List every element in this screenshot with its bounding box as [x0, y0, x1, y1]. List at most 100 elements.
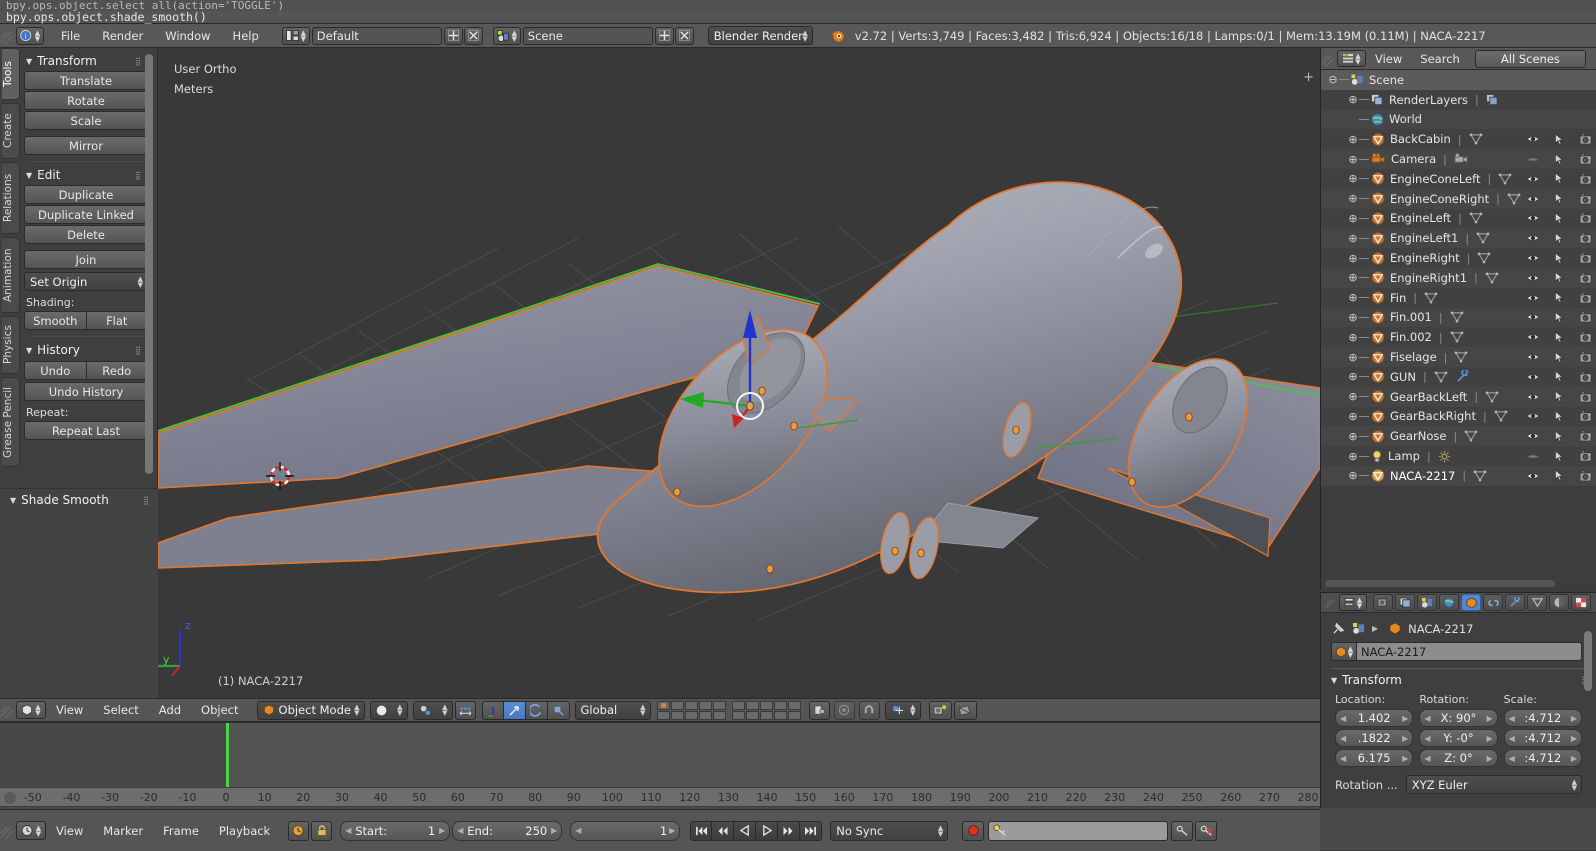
restrict-select-toggle[interactable]: [1554, 429, 1565, 443]
expand-toggle[interactable]: ⊕: [1347, 331, 1359, 344]
outliner-row-scene[interactable]: ⊖ Scene: [1321, 70, 1596, 90]
location-y-field[interactable]: ◀ .1822 ▶: [1335, 729, 1414, 747]
mesh-data-icon[interactable]: [1485, 272, 1499, 284]
renderlayers-data-icon[interactable]: [1485, 93, 1499, 106]
outliner-menu-search[interactable]: Search: [1411, 48, 1469, 70]
manipulator-scale-button[interactable]: [547, 700, 570, 720]
screen-layout-name[interactable]: Default: [311, 26, 442, 45]
transform-orientation-select[interactable]: Global ▲ ▼: [574, 700, 651, 720]
properties-tab-object[interactable]: [1461, 594, 1481, 611]
repeat-last-button[interactable]: Repeat Last: [24, 421, 148, 440]
mirror-button[interactable]: Mirror: [24, 136, 148, 155]
use-preview-range-button[interactable]: [288, 820, 310, 841]
panel-header-shade-smooth[interactable]: ▼ Shade Smooth ⣿: [0, 489, 158, 509]
location-z-field[interactable]: ◀ 6.175 ▶: [1335, 749, 1414, 767]
outliner-row-fin[interactable]: ⊕ Fin |: [1321, 287, 1596, 308]
scene-icon[interactable]: [1352, 622, 1366, 635]
restrict-view-toggle[interactable]: [1526, 174, 1540, 184]
restrict-render-toggle[interactable]: [1579, 252, 1593, 264]
viewport-shading-select[interactable]: ▲ ▼: [369, 700, 408, 720]
outliner-row-engineconeleft[interactable]: ⊕ EngineConeLeft |: [1321, 168, 1596, 189]
restrict-render-toggle[interactable]: [1579, 351, 1593, 363]
restrict-view-toggle[interactable]: [1526, 253, 1540, 263]
outliner-row-gun[interactable]: ⊕ GUN |: [1321, 366, 1596, 387]
mesh-data-icon[interactable]: [1498, 173, 1512, 185]
mesh-data-icon[interactable]: [1464, 430, 1478, 442]
restrict-render-toggle[interactable]: [1579, 391, 1593, 403]
mesh-data-icon[interactable]: [1507, 193, 1521, 205]
expand-toggle[interactable]: ⊕: [1347, 93, 1359, 106]
expand-toggle[interactable]: ⊕: [1347, 450, 1359, 463]
tab-animation[interactable]: Animation: [2, 237, 20, 313]
restrict-select-toggle[interactable]: [1554, 390, 1565, 403]
outliner-row-engineright[interactable]: ⊕ EngineRight |: [1321, 248, 1596, 268]
restrict-view-toggle[interactable]: [1526, 134, 1540, 144]
tab-tools[interactable]: Tools: [2, 48, 20, 100]
expand-toggle[interactable]: ⊕: [1347, 232, 1359, 245]
menu-render[interactable]: Render: [91, 24, 154, 48]
restrict-view-toggle[interactable]: [1526, 332, 1540, 342]
restrict-select-toggle[interactable]: [1554, 370, 1565, 383]
viewport-menu-add[interactable]: Add: [149, 698, 191, 722]
restrict-render-toggle[interactable]: [1579, 193, 1593, 205]
delete-keyframe-button[interactable]: [1195, 820, 1218, 841]
scale-button[interactable]: Scale: [24, 111, 148, 130]
manipulator-toggle[interactable]: [481, 700, 504, 720]
timeline-scroll-knob[interactable]: [4, 792, 16, 804]
outliner-row-gearbackleft[interactable]: ⊕ GearBackLeft |: [1321, 386, 1596, 407]
auto-keyframe-record-button[interactable]: [962, 820, 985, 841]
timeline-menu-view[interactable]: View: [46, 824, 93, 838]
mesh-data-icon[interactable]: [1469, 133, 1483, 145]
restrict-view-toggle[interactable]: [1526, 431, 1540, 441]
expand-toggle[interactable]: ⊕: [1347, 351, 1359, 364]
expand-toggle[interactable]: ⊕: [1347, 172, 1359, 185]
timeline-menu-playback[interactable]: Playback: [209, 824, 280, 838]
delete-button[interactable]: Delete: [24, 225, 148, 244]
restrict-view-toggle[interactable]: [1526, 273, 1540, 283]
panel-grip[interactable]: ⣿: [135, 171, 142, 180]
object-name-input[interactable]: NACA-2217: [1357, 642, 1582, 661]
mesh-data-icon[interactable]: [1450, 311, 1464, 323]
jump-previous-keyframe-button[interactable]: [712, 820, 735, 841]
restrict-select-toggle[interactable]: [1554, 469, 1565, 482]
outliner-tree[interactable]: ⊖ Scene ⊕ RenderLayers | World ⊕ BackCabin | ⊕ Cam…: [1321, 70, 1596, 570]
mesh-data-icon[interactable]: [1454, 351, 1468, 363]
tab-physics[interactable]: Physics: [2, 316, 20, 374]
restrict-select-toggle[interactable]: [1554, 152, 1565, 166]
area-corner-grip[interactable]: [0, 26, 14, 46]
menu-help[interactable]: Help: [222, 24, 270, 48]
restrict-select-toggle[interactable]: [1554, 291, 1565, 304]
restrict-render-toggle[interactable]: [1579, 133, 1593, 145]
restrict-view-toggle[interactable]: [1526, 312, 1540, 322]
jump-to-end-button[interactable]: [800, 820, 823, 841]
expand-toggle[interactable]: ⊕: [1347, 311, 1359, 324]
editor-type-properties-icon[interactable]: ▲ ▼: [1339, 594, 1367, 611]
jump-to-start-button[interactable]: [690, 820, 713, 841]
timeline-menu-frame[interactable]: Frame: [153, 824, 209, 838]
scale-z-field[interactable]: ◀:4.712 ▶: [1503, 749, 1582, 767]
mesh-data-icon[interactable]: [1485, 391, 1499, 403]
render-engine-select[interactable]: Blender Render ▲ ▼: [707, 26, 813, 45]
expand-toggle[interactable]: ⊕: [1347, 370, 1359, 383]
restrict-render-toggle[interactable]: [1579, 212, 1593, 225]
expand-toggle[interactable]: ⊕: [1347, 430, 1359, 443]
restrict-select-toggle[interactable]: [1554, 192, 1565, 205]
insert-keyframe-button[interactable]: [1171, 820, 1194, 841]
current-frame-field[interactable]: ◀ 1 ▶: [570, 820, 681, 841]
restrict-select-toggle[interactable]: [1554, 172, 1565, 185]
mesh-data-icon[interactable]: [1469, 212, 1483, 224]
restrict-render-toggle[interactable]: [1579, 272, 1593, 284]
viewport-menu-view[interactable]: View: [46, 698, 93, 722]
restrict-render-toggle[interactable]: [1579, 410, 1593, 422]
restrict-view-toggle[interactable]: [1526, 372, 1540, 382]
restrict-render-toggle[interactable]: [1579, 470, 1593, 482]
editor-type-outliner-icon[interactable]: ▲ ▼: [1337, 50, 1366, 67]
expand-toggle[interactable]: ⊕: [1347, 252, 1359, 265]
collapse-toggle[interactable]: ⊖: [1327, 73, 1339, 86]
expand-toggle[interactable]: ⊕: [1347, 390, 1359, 403]
render-opengl-animation-button[interactable]: [953, 700, 977, 720]
restrict-render-toggle[interactable]: [1579, 292, 1593, 304]
restrict-view-toggle[interactable]: [1526, 194, 1540, 204]
delete-screen-layout-button[interactable]: [463, 26, 483, 45]
duplicate-linked-button[interactable]: Duplicate Linked: [24, 205, 148, 224]
